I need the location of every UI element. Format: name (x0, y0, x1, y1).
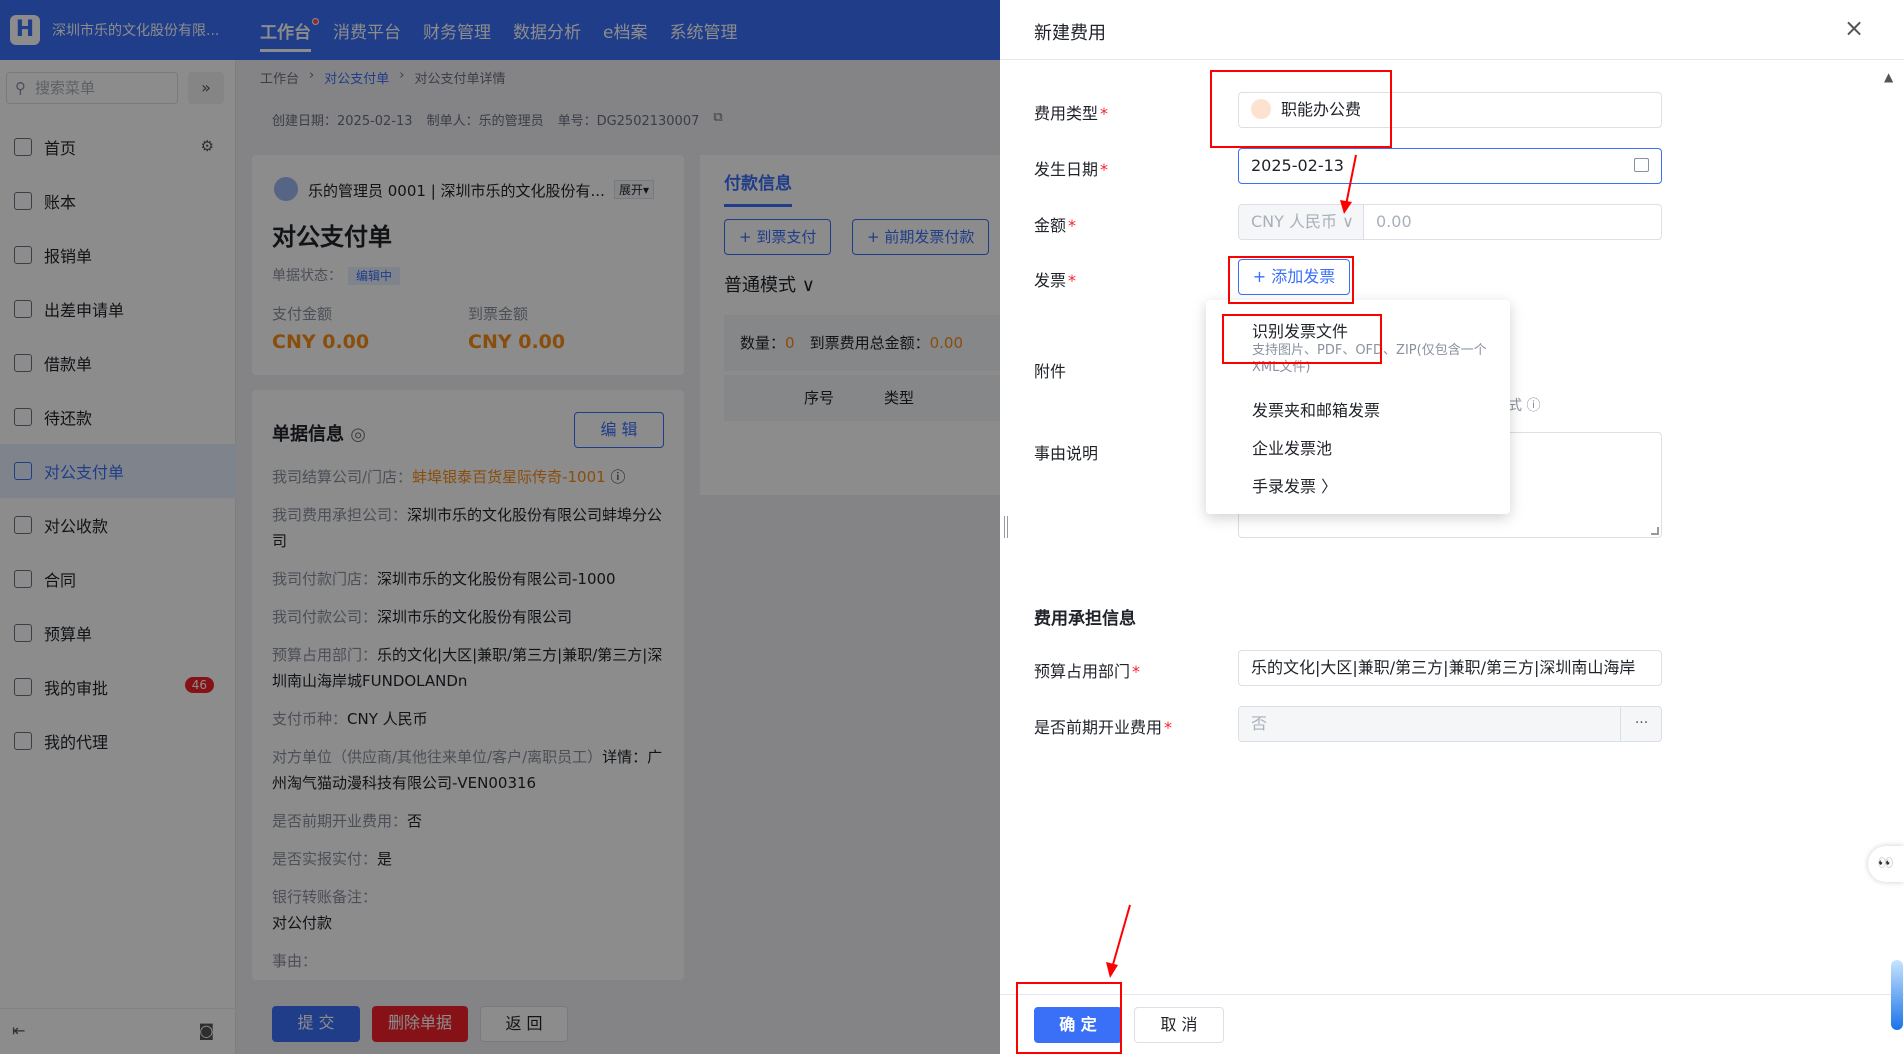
attachment-label: 附件 (1034, 362, 1067, 381)
menu-item-invoice-folder[interactable]: 发票夹和邮箱发票 (1252, 397, 1380, 421)
date-label: 发生日期 * (1034, 160, 1109, 179)
preopen-value: 否 (1251, 714, 1268, 733)
cancel-button[interactable]: 取 消 (1134, 1007, 1224, 1043)
amount-label: 金额 * (1034, 216, 1077, 235)
budget-dept-select[interactable]: 乐的文化|大区|兼职/第三方|兼职/第三方|深圳南山海岸 (1238, 650, 1662, 686)
attachment-hint: 式 ⓘ (1508, 398, 1541, 414)
date-picker[interactable]: 2025-02-13 (1238, 148, 1662, 184)
preopen-label: 是否前期开业费用 * (1034, 718, 1173, 737)
annotation-box-recognize-file (1222, 314, 1382, 364)
menu-item-enterprise-invoice-pool[interactable]: 企业发票池 (1252, 435, 1332, 459)
annotation-box-confirm (1016, 982, 1122, 1054)
date-value: 2025-02-13 (1251, 156, 1344, 175)
drawer-title: 新建费用 (1034, 23, 1106, 44)
reason-label: 事由说明 (1034, 444, 1099, 463)
fee-type-label: 费用类型 * (1034, 104, 1109, 123)
drawer-resize-handle[interactable] (1004, 516, 1008, 538)
assistant-bot-icon[interactable]: 👀 (1868, 846, 1904, 882)
more-button[interactable]: ··· (1620, 706, 1662, 742)
budget-dept-label: 预算占用部门 * (1034, 662, 1141, 681)
calendar-icon (1634, 158, 1649, 172)
drawer-footer: 确 定 取 消 (1000, 994, 1904, 1054)
amount-input[interactable]: 0.00 (1363, 204, 1662, 240)
menu-item-manual-invoice[interactable]: 手录发票 〉 (1252, 473, 1337, 497)
annotation-box-fee-type (1210, 70, 1392, 148)
annotation-box-add-invoice (1228, 256, 1354, 304)
currency-select[interactable]: CNY 人民币 ∨ (1238, 204, 1364, 240)
cost-bearing-section-title: 费用承担信息 (1034, 609, 1136, 629)
resize-grip-icon[interactable] (1651, 527, 1659, 535)
drawer-header: 新建费用 × (1000, 0, 1904, 60)
scroll-up-icon[interactable]: ▲ (1884, 70, 1893, 84)
scrollbar-thumb[interactable] (1891, 960, 1903, 1030)
preopen-field[interactable]: 否 (1238, 706, 1662, 742)
new-expense-drawer: 新建费用 × 费用类型 * 职能办公费 发生日期 * 2025-02-13 金额 * … (1000, 0, 1904, 1054)
invoice-label: 发票 * (1034, 271, 1077, 290)
close-icon[interactable]: × (1840, 14, 1868, 42)
